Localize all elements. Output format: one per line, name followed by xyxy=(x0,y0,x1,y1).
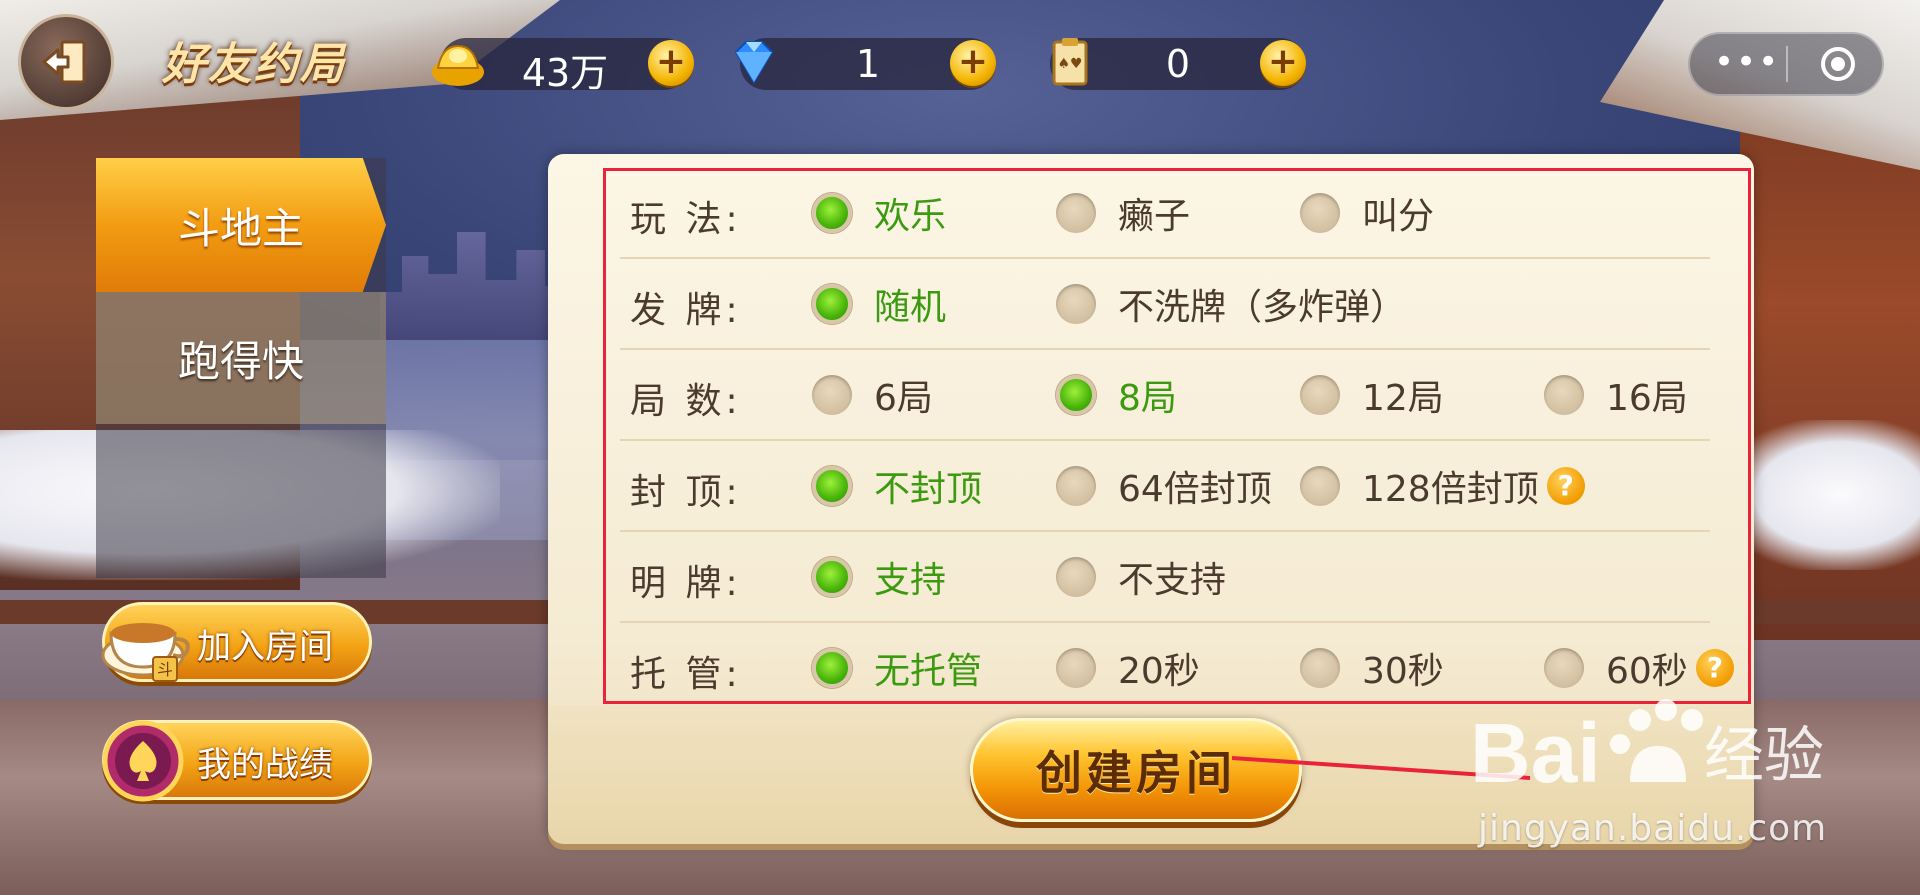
close-target-icon[interactable] xyxy=(1818,44,1858,84)
svg-text:斗: 斗 xyxy=(157,660,173,679)
my-records-label: 我的战绩 xyxy=(197,745,333,785)
diamond-value: 1 xyxy=(855,42,881,86)
svg-text:Bai: Bai xyxy=(1470,706,1601,800)
background-right-building xyxy=(1740,80,1920,640)
page-title: 好友约局 xyxy=(162,39,346,90)
diamond-icon xyxy=(734,41,774,84)
more-options-icon[interactable]: ••• xyxy=(1714,44,1778,84)
capsule-divider xyxy=(1786,46,1788,82)
menu-item-paodekuai[interactable]: 跑得快 xyxy=(96,292,386,424)
teacup-icon: 斗 xyxy=(101,623,190,682)
add-gold-button[interactable]: + xyxy=(648,40,694,86)
exit-door-icon xyxy=(42,40,86,84)
join-room-label: 加入房间 xyxy=(197,627,333,667)
add-room-card-button[interactable]: + xyxy=(1260,40,1306,86)
watermark-url: jingyan.baidu.com xyxy=(1478,808,1828,849)
spade-medal-icon xyxy=(102,720,184,802)
menu-item-doudizhu[interactable]: 斗地主 xyxy=(96,158,386,292)
back-button[interactable] xyxy=(18,14,114,110)
menu-item-label: 斗地主 xyxy=(177,203,304,253)
room-card-icon: ♠♥ xyxy=(1052,38,1088,86)
gold-ingot-icon xyxy=(432,44,484,86)
join-room-button[interactable]: 斗 加入房间 xyxy=(101,602,372,682)
create-room-button[interactable]: 创建房间 xyxy=(970,718,1302,822)
svg-text:♠♥: ♠♥ xyxy=(1057,56,1082,72)
annotation-frame xyxy=(603,168,1751,704)
gold-value: 43万 xyxy=(521,51,609,95)
add-diamond-button[interactable]: + xyxy=(950,40,996,86)
svg-text:经验: 经验 xyxy=(1704,721,1824,791)
create-room-label: 创建房间 xyxy=(1036,746,1236,800)
room-card-value: 0 xyxy=(1165,42,1191,86)
menu-item-label: 跑得快 xyxy=(177,336,304,386)
my-records-button[interactable]: 我的战绩 xyxy=(102,720,372,802)
